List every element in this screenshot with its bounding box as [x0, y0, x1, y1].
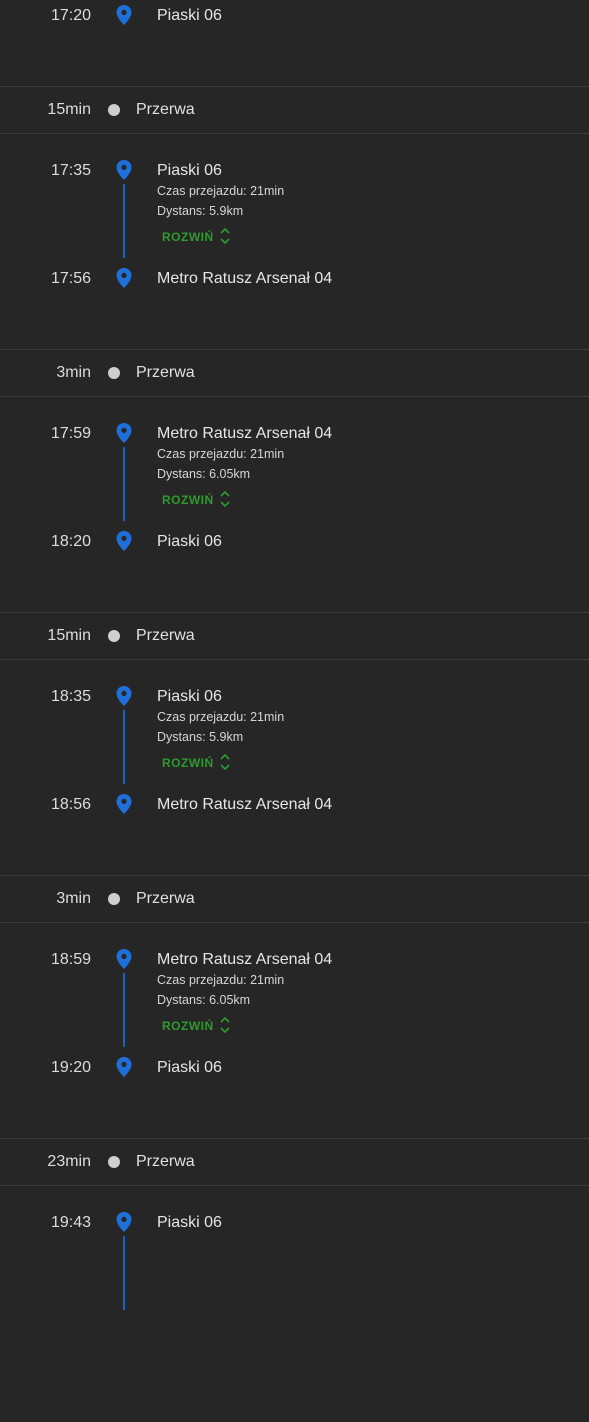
location-pin-icon — [116, 5, 132, 25]
break-row: 3min Przerwa — [0, 875, 589, 923]
route-line — [123, 1236, 125, 1310]
break-label: Przerwa — [136, 627, 195, 644]
route-line — [123, 973, 125, 1047]
arrival-time: 17:56 — [50, 270, 91, 287]
break-duration: 23min — [47, 1153, 91, 1170]
break-label: Przerwa — [136, 101, 195, 118]
location-pin-icon — [116, 268, 132, 288]
expand-button[interactable]: ROZWIŃ — [162, 755, 214, 771]
break-duration: 3min — [56, 890, 91, 907]
arrival-stop[interactable]: Piaski 06 — [157, 1058, 222, 1078]
route-segment: 18:35 Piaski 06 Czas przejazdu: 21min Dysta… — [0, 660, 589, 896]
break-row: 15min Przerwa — [0, 612, 589, 660]
departure-time: 17:59 — [50, 425, 91, 442]
departure-stop[interactable]: Piaski 06 — [157, 1213, 222, 1233]
break-dot-icon — [108, 104, 120, 116]
location-pin-icon — [116, 1212, 132, 1232]
departure-time: 19:43 — [50, 1214, 91, 1231]
location-pin-icon — [116, 1057, 132, 1077]
route-segment: 17:35 Piaski 06 Czas przejazdu: 21min Dysta… — [0, 134, 589, 370]
expand-chevron-icon[interactable] — [217, 752, 233, 772]
departure-time: 18:35 — [50, 688, 91, 705]
departure-stop[interactable]: Metro Ratusz Arsenał 04 — [157, 424, 332, 444]
break-dot-icon — [108, 1156, 120, 1168]
arrival-time: 18:56 — [50, 796, 91, 813]
route-segment: 17:59 Metro Ratusz Arsenał 04 Czas przejaz… — [0, 397, 589, 633]
distance: Dystans: 5.9km — [157, 204, 244, 218]
break-duration: 15min — [47, 101, 91, 118]
break-dot-icon — [108, 367, 120, 379]
arrival-time: 18:20 — [50, 533, 91, 550]
break-dot-icon — [108, 630, 120, 642]
departure-stop[interactable]: Piaski 06 — [157, 161, 222, 181]
route-segment: 18:59 Metro Ratusz Arsenał 04 Czas przejaz… — [0, 923, 589, 1159]
break-label: Przerwa — [136, 890, 195, 907]
location-pin-icon — [116, 423, 132, 443]
arrival-stop[interactable]: Piaski 06 — [157, 6, 222, 26]
break-row: 23min Przerwa — [0, 1138, 589, 1186]
break-label: Przerwa — [136, 364, 195, 381]
location-pin-icon — [116, 686, 132, 706]
arrival-time: 19:20 — [50, 1059, 91, 1076]
route-line — [123, 447, 125, 521]
travel-time: Czas przejazdu: 21min — [157, 973, 285, 987]
arrival-stop[interactable]: Piaski 06 — [157, 532, 222, 552]
route-segment: 19:43 Piaski 06 — [0, 1186, 589, 1422]
travel-time: Czas przejazdu: 21min — [157, 447, 285, 461]
distance: Dystans: 6.05km — [157, 467, 251, 481]
break-duration: 15min — [47, 627, 91, 644]
expand-chevron-icon[interactable] — [217, 226, 233, 246]
location-pin-icon — [116, 794, 132, 814]
arrival-time: 17:20 — [50, 7, 91, 24]
arrival-stop[interactable]: Metro Ratusz Arsenał 04 — [157, 795, 332, 815]
expand-chevron-icon[interactable] — [217, 489, 233, 509]
location-pin-icon — [116, 531, 132, 551]
route-line — [123, 184, 125, 258]
distance: Dystans: 5.9km — [157, 730, 244, 744]
route-line — [123, 710, 125, 784]
departure-stop[interactable]: Metro Ratusz Arsenał 04 — [157, 950, 332, 970]
break-label: Przerwa — [136, 1153, 195, 1170]
arrival-stop[interactable]: Metro Ratusz Arsenał 04 — [157, 269, 332, 289]
departure-time: 18:59 — [50, 951, 91, 968]
expand-chevron-icon[interactable] — [217, 1015, 233, 1035]
break-duration: 3min — [56, 364, 91, 381]
location-pin-icon — [116, 949, 132, 969]
departure-stop[interactable]: Piaski 06 — [157, 687, 222, 707]
travel-time: Czas przejazdu: 21min — [157, 710, 285, 724]
break-dot-icon — [108, 893, 120, 905]
expand-button[interactable]: ROZWIŃ — [162, 229, 214, 245]
distance: Dystans: 6.05km — [157, 993, 251, 1007]
travel-time: Czas przejazdu: 21min — [157, 184, 285, 198]
departure-time: 17:35 — [50, 162, 91, 179]
break-row: 3min Przerwa — [0, 349, 589, 397]
expand-button[interactable]: ROZWIŃ — [162, 492, 214, 508]
location-pin-icon — [116, 160, 132, 180]
expand-button[interactable]: ROZWIŃ — [162, 1018, 214, 1034]
break-row: 15min Przerwa — [0, 86, 589, 134]
